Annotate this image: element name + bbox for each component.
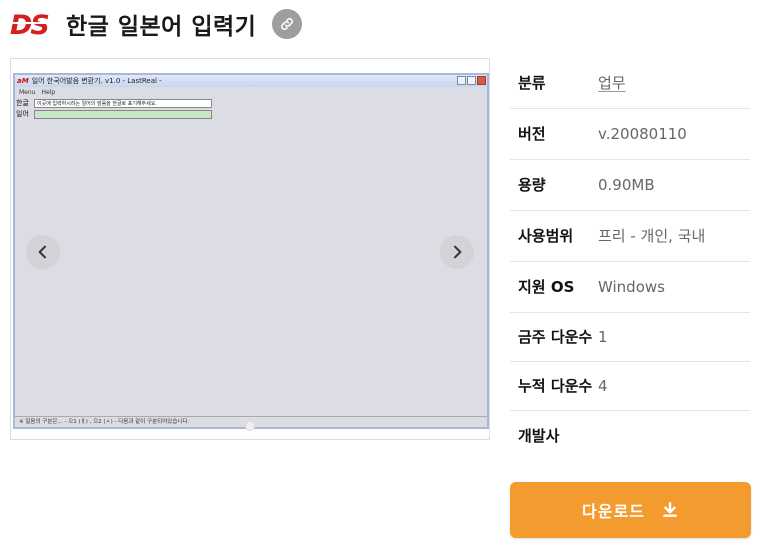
info-row-license: 사용범위 프리 - 개인, 국내 bbox=[510, 211, 750, 262]
chevron-left-icon bbox=[38, 245, 46, 259]
screenshot-japanese-field bbox=[34, 109, 212, 119]
info-key: 금주 다운수 bbox=[518, 328, 593, 346]
copy-link-button[interactable] bbox=[272, 9, 303, 39]
screenshot-row-japanese: 일어 bbox=[15, 109, 487, 119]
info-key: 지원 OS bbox=[518, 278, 575, 296]
carousel-prev-button[interactable] bbox=[26, 235, 60, 269]
screenshot-window-title: 일어 한국어발음 변환기. v1.0 - LastReal - bbox=[31, 77, 162, 85]
info-row-os: 지원 OS Windows bbox=[510, 262, 750, 313]
app-screenshot: aM 일어 한국어발음 변환기. v1.0 - LastReal - Menu … bbox=[13, 73, 489, 429]
category-link[interactable]: 업무 bbox=[598, 71, 750, 95]
software-info-table: 분류 업무 버전 v.20080110 용량 0.90MB 사용범위 프리 - … bbox=[510, 58, 750, 461]
info-value: 4 bbox=[598, 377, 608, 395]
minimize-icon bbox=[457, 76, 466, 85]
info-row-version: 버전 v.20080110 bbox=[510, 109, 750, 160]
page-title: 한글 일본어 입력기 bbox=[66, 14, 257, 40]
info-value: v.20080110 bbox=[598, 125, 687, 143]
screenshot-window-titlebar: aM 일어 한국어발음 변환기. v1.0 - LastReal - bbox=[15, 75, 487, 87]
info-key: 분류 bbox=[518, 74, 546, 92]
carousel-dot[interactable] bbox=[245, 421, 255, 431]
window-controls bbox=[457, 76, 486, 85]
close-icon bbox=[477, 76, 486, 85]
info-row-developer: 개발사 bbox=[510, 411, 750, 461]
info-row-category: 분류 업무 bbox=[510, 58, 750, 109]
info-key: 버전 bbox=[518, 125, 546, 143]
chevron-right-icon bbox=[454, 245, 462, 259]
screenshot-menu-item: Menu bbox=[19, 88, 36, 96]
download-icon bbox=[661, 501, 679, 519]
info-row-total-downloads: 누적 다운수 4 bbox=[510, 362, 750, 411]
download-button[interactable]: 다운로드 bbox=[510, 482, 751, 538]
info-value: Windows bbox=[598, 278, 665, 296]
info-value: 0.90MB bbox=[598, 176, 655, 194]
maximize-icon bbox=[467, 76, 476, 85]
screenshot-menu-item: Help bbox=[41, 88, 56, 96]
screenshot-carousel: aM 일어 한국어발음 변환기. v1.0 - LastReal - Menu … bbox=[10, 58, 490, 440]
screenshot-row-korean: 한글 이곳에 입력하시려는 일어의 발음을 한글로 표기해주세요. bbox=[15, 98, 487, 108]
screenshot-row-label: 한글 bbox=[16, 99, 29, 107]
app-icon: aM bbox=[17, 77, 29, 85]
logo-icon: DS bbox=[10, 10, 54, 39]
info-row-weekly-downloads: 금주 다운수 1 bbox=[510, 313, 750, 362]
screenshot-menubar: Menu Help bbox=[15, 87, 487, 97]
screenshot-korean-field: 이곳에 입력하시려는 일어의 발음을 한글로 표기해주세요. bbox=[34, 98, 212, 108]
download-label: 다운로드 bbox=[582, 502, 645, 521]
carousel-next-button[interactable] bbox=[440, 235, 474, 269]
info-key: 사용범위 bbox=[518, 227, 574, 245]
info-key: 용량 bbox=[518, 176, 546, 194]
info-key: 누적 다운수 bbox=[518, 377, 593, 395]
screenshot-row-label: 일어 bbox=[16, 110, 29, 118]
svg-text:DS: DS bbox=[10, 10, 48, 39]
info-value: 1 bbox=[598, 328, 608, 346]
site-logo[interactable]: DS bbox=[10, 9, 54, 39]
link-icon bbox=[281, 18, 294, 30]
info-key: 개발사 bbox=[518, 427, 560, 445]
info-row-size: 용량 0.90MB bbox=[510, 160, 750, 211]
info-value: 프리 - 개인, 국내 bbox=[598, 227, 706, 245]
page-header: DS 한글 일본어 입력기 bbox=[10, 6, 303, 42]
